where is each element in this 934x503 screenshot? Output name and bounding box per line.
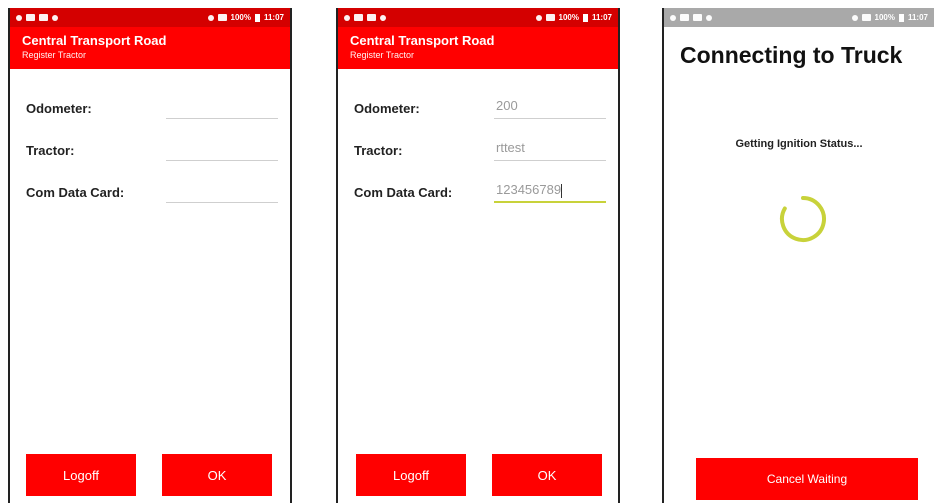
battery-icon (898, 13, 904, 22)
tractor-field[interactable]: rttest (494, 137, 606, 161)
odometer-row: Odometer: (10, 95, 290, 125)
notification-icon (26, 14, 35, 21)
signal-icon (545, 14, 555, 21)
tractor-field[interactable] (166, 137, 278, 161)
screen-register-filled: 100% 11:07 Central Transport Road Regist… (336, 8, 620, 503)
screen-register-empty: 100% 11:07 Central Transport Road Regist… (8, 8, 292, 503)
odometer-field[interactable]: 200 (494, 95, 606, 119)
cancel-waiting-button[interactable]: Cancel Waiting (696, 458, 918, 500)
status-bar: 100% 11:07 (664, 8, 934, 27)
app-title: Central Transport Road (350, 33, 495, 48)
battery-percent: 100% (230, 13, 251, 22)
battery-percent: 100% (874, 13, 895, 22)
spinner-icon (779, 196, 826, 242)
connecting-title: Connecting to Truck (680, 42, 903, 68)
battery-icon (582, 13, 588, 22)
com-data-card-value: 123456789 (496, 182, 562, 197)
signal-icon (217, 14, 227, 21)
play-icon (380, 14, 386, 21)
location-icon (535, 14, 542, 21)
notification-icon (367, 14, 376, 21)
notification-icon (693, 14, 702, 21)
ok-button[interactable]: OK (162, 454, 272, 496)
screen-connecting: 100% 11:07 Connecting to Truck Getting I… (662, 8, 934, 503)
app-bar: Central Transport Road Register Tractor (338, 27, 618, 69)
image-icon (354, 14, 363, 21)
tractor-row: Tractor: (10, 137, 290, 167)
battery-percent: 100% (558, 13, 579, 22)
com-data-card-row: Com Data Card: (10, 179, 290, 209)
odometer-field[interactable] (166, 95, 278, 119)
app-subtitle: Register Tractor (350, 50, 415, 60)
logoff-button[interactable]: Logoff (356, 454, 466, 496)
signal-icon (861, 14, 871, 21)
play-icon (706, 14, 712, 21)
image-icon (39, 14, 48, 21)
app-bar: Central Transport Road Register Tractor (10, 27, 290, 69)
share-icon (16, 14, 22, 21)
status-bar: 100% 11:07 (10, 8, 290, 27)
tractor-row: Tractor: rttest (338, 137, 618, 167)
share-icon (344, 14, 350, 21)
share-icon (670, 14, 676, 21)
odometer-label: Odometer: (354, 101, 420, 116)
logoff-button[interactable]: Logoff (26, 454, 136, 496)
com-data-card-field[interactable]: 123456789 (494, 179, 606, 203)
app-title: Central Transport Road (22, 33, 167, 48)
ignition-status-text: Getting Ignition Status... (735, 138, 863, 150)
ok-button[interactable]: OK (492, 454, 602, 496)
loading-spinner (778, 194, 828, 244)
com-data-card-row: Com Data Card: 123456789 (338, 179, 618, 209)
location-icon (851, 14, 858, 21)
clock: 11:07 (907, 13, 928, 22)
clock: 11:07 (263, 13, 284, 22)
tractor-label: Tractor: (354, 143, 403, 158)
image-icon (680, 14, 689, 21)
text-cursor (561, 183, 563, 198)
app-subtitle: Register Tractor (22, 50, 87, 60)
com-data-card-label: Com Data Card: (354, 185, 453, 200)
status-bar: 100% 11:07 (338, 8, 618, 27)
battery-icon (254, 13, 260, 22)
tractor-label: Tractor: (26, 143, 75, 158)
com-data-card-field[interactable] (166, 179, 278, 203)
location-icon (207, 14, 214, 21)
com-data-card-label: Com Data Card: (26, 185, 125, 200)
odometer-label: Odometer: (26, 101, 92, 116)
clock: 11:07 (591, 13, 612, 22)
play-icon (52, 14, 58, 21)
odometer-row: Odometer: 200 (338, 95, 618, 125)
